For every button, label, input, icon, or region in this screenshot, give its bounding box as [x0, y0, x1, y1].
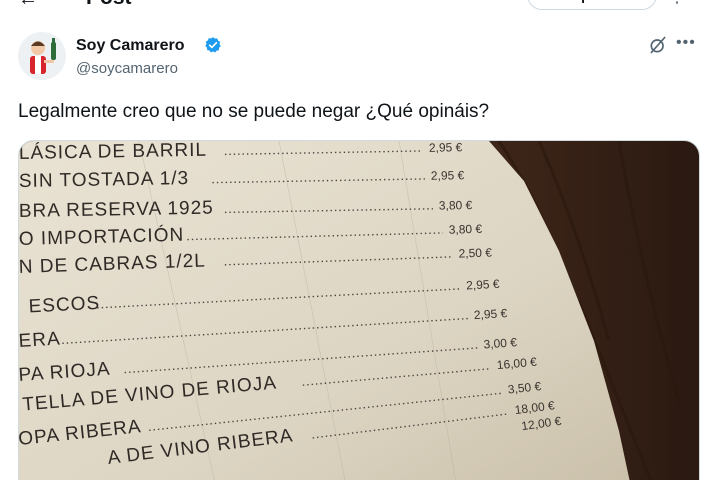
- menu-item-price: 3,80 €: [439, 198, 473, 213]
- post-text: Legalmente creo que no se puede negar ¿Q…: [18, 101, 490, 122]
- menu-item-price: 2,95 €: [473, 306, 507, 322]
- handle[interactable]: @soycamarero: [76, 60, 178, 77]
- menu-item-name: SIN TOSTADA 1/3: [19, 168, 189, 192]
- menu-item-price: 3,00 €: [483, 335, 518, 351]
- menu-item-name: ESCOS: [28, 293, 101, 318]
- post-image[interactable]: LÁSICA DE BARRIL 2,95 € SIN TOSTADA 1/3 2,9…: [18, 140, 700, 480]
- grok-icon[interactable]: [648, 35, 668, 55]
- menu-item-name: LÁSICA DE BARRIL: [19, 141, 207, 164]
- top-bar: ← Post Responder ⋮: [0, 0, 720, 12]
- more-icon[interactable]: ⋮: [668, 0, 686, 7]
- verified-badge-icon: [205, 37, 221, 53]
- reply-button[interactable]: Responder: [527, 0, 657, 10]
- display-name[interactable]: Soy Camarero: [76, 37, 185, 55]
- menu-item-name: O IMPORTACIÓN: [19, 224, 184, 250]
- menu-item-price: 2,95 €: [431, 168, 465, 183]
- back-arrow-icon[interactable]: ←: [18, 0, 38, 11]
- menu-item-price: 2,95 €: [466, 277, 500, 293]
- menu-item-price: 2,50 €: [458, 245, 492, 260]
- more-dots-icon[interactable]: •••: [676, 34, 696, 52]
- menu-photo: LÁSICA DE BARRIL 2,95 € SIN TOSTADA 1/3 2,9…: [19, 141, 699, 480]
- menu-item-price: 3,80 €: [449, 222, 483, 237]
- page-title: Post: [86, 0, 132, 10]
- menu-item-price: 2,95 €: [429, 141, 463, 155]
- menu-item-name: ERA: [19, 328, 61, 352]
- menu-item-name: BRA RESERVA 1925: [19, 198, 214, 222]
- avatar[interactable]: [18, 32, 66, 80]
